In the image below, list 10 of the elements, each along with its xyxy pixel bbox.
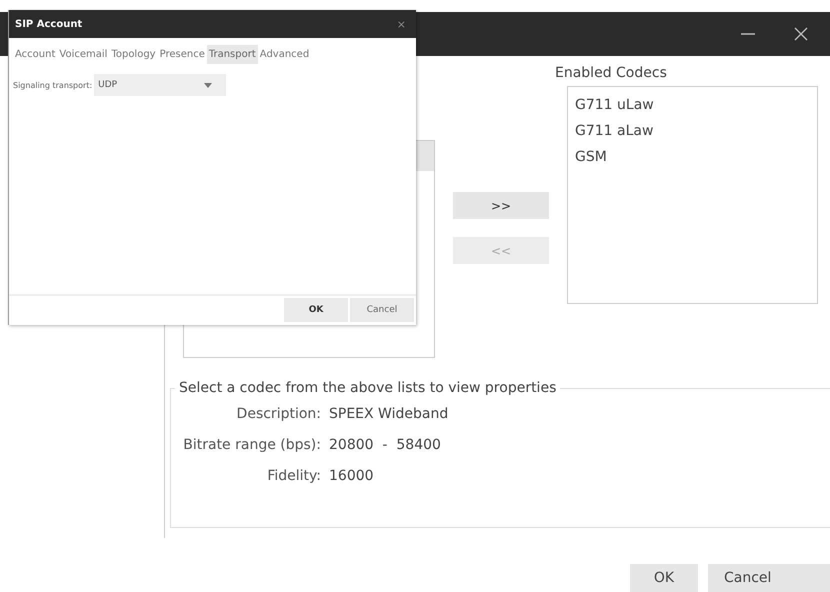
field-value: 20800 - 58400 — [329, 437, 441, 453]
dialog-title: SIP Account — [15, 18, 82, 30]
list-heading: Enabled Codecs — [555, 64, 668, 83]
field-label: Description: — [236, 406, 321, 422]
field-value: 16000 — [329, 468, 374, 484]
field-label: Fidelity: — [267, 468, 321, 484]
field-label: Signaling transport: — [13, 80, 92, 90]
field-label: Bitrate range (bps): — [183, 437, 321, 453]
field-value: SPEEX Wideband — [329, 406, 448, 422]
group-title: Select a codec from the above lists to view properties — [178, 380, 558, 396]
